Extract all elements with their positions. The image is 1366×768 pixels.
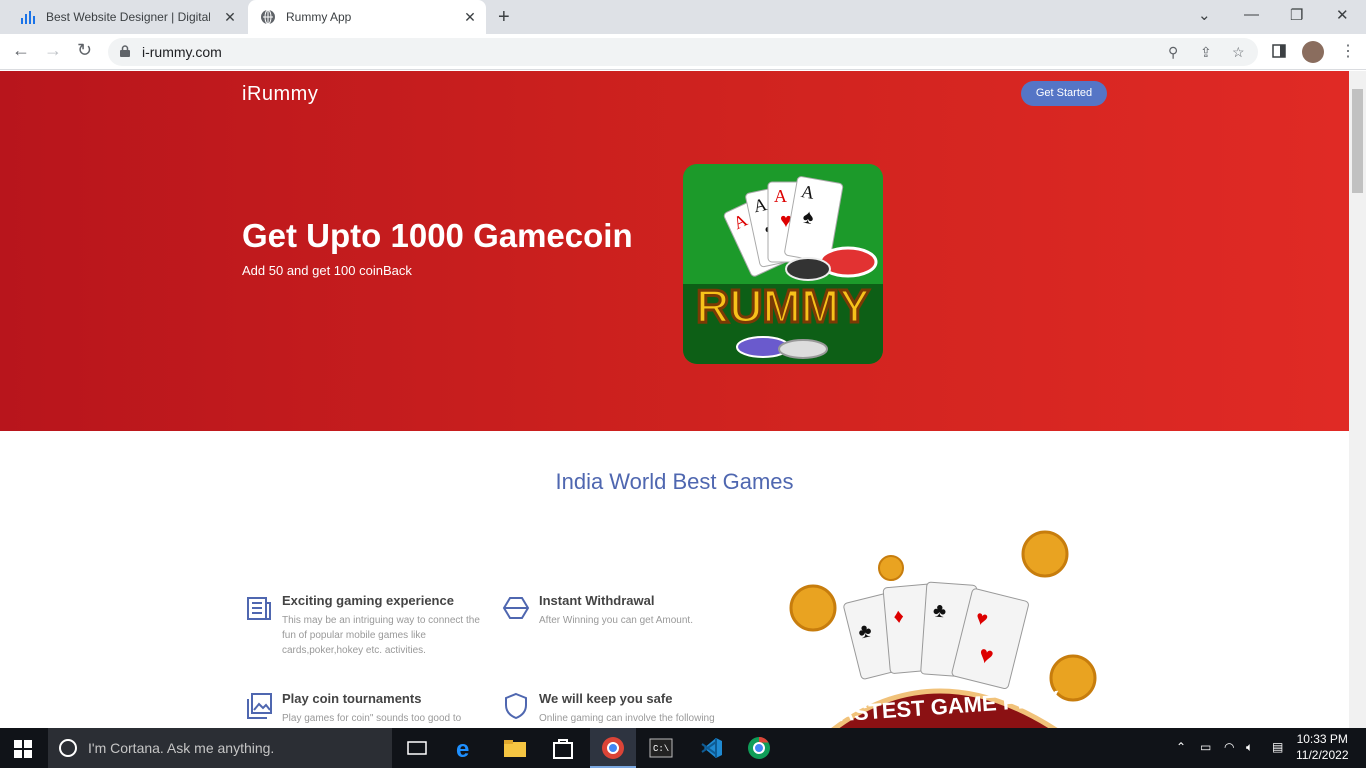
tab-search-icon[interactable]: ⌄ [1198,6,1211,24]
browser-tab-bar: Best Website Designer | Digital m ✕ Rumm… [0,0,1366,34]
menu-dots-icon[interactable]: ⋮ [1340,41,1356,61]
address-bar[interactable]: i-rummy.com ⚲ ⇪ ☆ [108,38,1258,66]
hero-subtitle: Add 50 and get 100 coinBack [242,263,412,278]
page-scrollbar[interactable] [1349,71,1366,728]
shield-icon [505,692,527,720]
bookmark-star-icon[interactable]: ☆ [1232,44,1245,61]
bar-chart-icon [21,11,35,24]
url-text: i-rummy.com [142,44,222,60]
side-panel-icon[interactable] [1272,44,1286,58]
windows-taskbar: I'm Cortana. Ask me anything. e C:\ ⌃ ▭ … [0,728,1366,768]
feature-description: Online gaming can involve the following [539,713,715,724]
reload-icon[interactable]: ↻ [77,40,92,61]
page-viewport: iRummy Get Started Get Upto 1000 Gamecoi… [0,71,1349,728]
rummy-app-image: A A♣ A♥ A♠ RUMMY [683,164,883,364]
cube-icon [502,597,530,619]
feature-description: This may be an intriguing way to connect… [282,615,480,656]
brand-logo[interactable]: iRummy [242,83,318,106]
store-icon[interactable] [550,736,576,760]
hero-section: iRummy Get Started Get Upto 1000 Gamecoi… [0,71,1349,431]
restore-icon[interactable]: ❐ [1290,6,1303,24]
clock-time: 10:33 PM [1296,732,1348,746]
svg-text:e: e [456,736,469,760]
globe-icon [261,9,275,25]
scrollbar-thumb[interactable] [1352,89,1363,193]
file-explorer-icon[interactable] [502,736,528,760]
zoom-icon[interactable]: ⚲ [1168,44,1178,61]
forward-icon[interactable]: → [44,40,62,61]
svg-text:C:\: C:\ [653,744,669,754]
terminal-icon[interactable]: C:\ [648,736,674,760]
feature-description: After Winning you can get Amount. [539,615,693,626]
profile-avatar[interactable] [1302,41,1324,63]
edge-browser-icon[interactable]: e [454,736,480,760]
cortana-placeholder: I'm Cortana. Ask me anything. [88,740,275,756]
svg-text:A: A [774,186,787,206]
close-tab-icon[interactable]: ✕ [462,9,478,26]
browser-toolbar: ← → ↻ i-rummy.com ⚲ ⇪ ☆ ⋮ [0,34,1366,70]
svg-text:♣: ♣ [932,600,947,623]
volume-icon[interactable]: 🔈︎ [1246,740,1253,755]
cortana-search-box[interactable]: I'm Cortana. Ask me anything. [48,728,392,768]
lock-icon [120,45,130,57]
section-title: India World Best Games [555,469,794,494]
windows-start-icon[interactable] [14,740,32,758]
feature-title: Exciting gaming experience [282,593,454,608]
fastest-game-play-image: ♣ ♦ ♣ ♥ ♥ FASTEST GAME PLAY [765,526,1105,728]
hero-title: Get Upto 1000 Gamecoin [242,217,633,254]
notifications-icon[interactable]: ▤ [1272,740,1283,754]
clock-date: 11/2/2022 [1296,748,1349,762]
tab-title: Best Website Designer | Digital m [46,10,210,24]
chrome-icon[interactable] [746,736,772,760]
feature-title: Play coin tournaments [282,691,422,706]
show-hidden-icons-icon[interactable]: ⌃ [1176,740,1186,754]
close-tab-icon[interactable]: ✕ [222,9,238,26]
images-icon [247,693,272,719]
new-tab-icon[interactable]: + [498,6,510,29]
get-started-button[interactable]: Get Started [1021,81,1107,106]
system-clock[interactable]: 10:33 PM 11/2/2022 [1296,731,1349,763]
tab-title: Rummy App [286,10,352,24]
minimize-icon[interactable]: — [1244,6,1259,23]
battery-icon[interactable]: ▭ [1200,740,1211,754]
tab-digital-marketing[interactable]: Best Website Designer | Digital m ✕ [8,0,246,34]
wifi-icon[interactable]: ◠ [1224,740,1234,754]
svg-text:♦: ♦ [893,605,905,628]
rummy-logo-text: RUMMY [696,280,870,332]
feature-description: Play games for coin" sounds too good to [282,713,462,724]
newspaper-icon [247,597,271,620]
back-icon[interactable]: ← [12,40,30,61]
feature-title: We will keep you safe [539,691,673,706]
tab-rummy-app[interactable]: Rummy App ✕ [248,0,486,34]
chrome-profile-icon[interactable] [600,736,626,760]
task-view-icon[interactable] [404,736,430,760]
feature-title: Instant Withdrawal [539,593,655,608]
close-window-icon[interactable]: ✕ [1336,6,1349,24]
vscode-icon[interactable] [698,736,724,760]
share-icon[interactable]: ⇪ [1200,44,1212,61]
cortana-icon [59,739,77,757]
